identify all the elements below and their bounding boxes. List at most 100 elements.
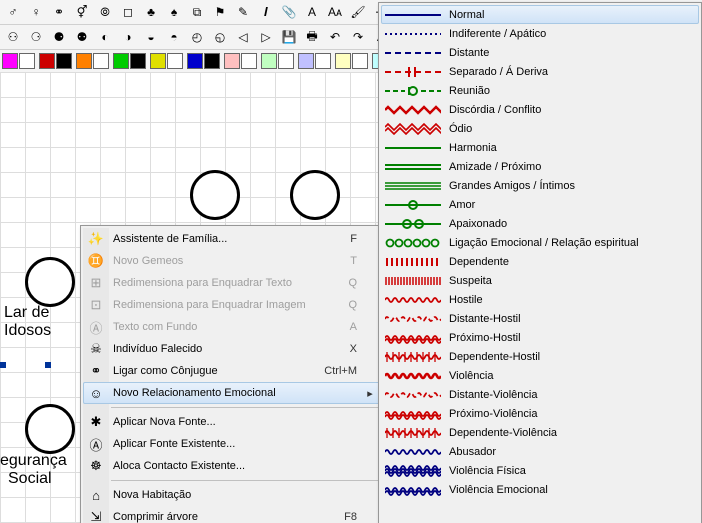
- toolbar-button-link[interactable]: ⦾: [94, 1, 116, 23]
- toolbar-button-couple[interactable]: ⚭: [48, 1, 70, 23]
- toolbar-button-t3[interactable]: ⚈: [48, 26, 70, 48]
- menu-item[interactable]: ⇲Comprimir árvoreF8: [83, 506, 381, 523]
- menu-item[interactable]: ☸Aloca Contacto Existente...: [83, 455, 381, 477]
- color-swatch[interactable]: [150, 53, 166, 69]
- toolbar-button-t4[interactable]: ⚉: [71, 26, 93, 48]
- genogram-node[interactable]: [290, 170, 340, 220]
- color-swatch[interactable]: [261, 53, 277, 69]
- menu-item[interactable]: ⌂Nova Habitação: [83, 484, 381, 506]
- selection-handle[interactable]: [45, 362, 51, 368]
- color-swatch[interactable]: [278, 53, 294, 69]
- relationship-option[interactable]: Grandes Amigos / Íntimos: [381, 176, 699, 195]
- toolbar-button-redo[interactable]: ↷: [347, 26, 369, 48]
- toolbar-button-t8[interactable]: ◓: [163, 26, 185, 48]
- color-swatch[interactable]: [2, 53, 18, 69]
- color-swatch[interactable]: [76, 53, 92, 69]
- relationship-swatch-icon: [385, 388, 441, 402]
- genogram-node[interactable]: [25, 257, 75, 307]
- color-swatch[interactable]: [315, 53, 331, 69]
- toolbar-button-t9[interactable]: ◴: [186, 26, 208, 48]
- color-swatch[interactable]: [352, 53, 368, 69]
- relationship-option[interactable]: Apaixonado: [381, 214, 699, 233]
- color-swatch[interactable]: [335, 53, 351, 69]
- toolbar-button-t6[interactable]: ◑: [117, 26, 139, 48]
- menu-item-shortcut: Ctrl+M: [317, 365, 357, 377]
- color-swatch[interactable]: [167, 53, 183, 69]
- relationship-option[interactable]: Distante-Violência: [381, 385, 699, 404]
- toolbar-button-person[interactable]: ♂: [2, 1, 24, 23]
- relationship-option[interactable]: Normal: [381, 5, 699, 24]
- relationship-option[interactable]: Harmonia: [381, 138, 699, 157]
- toolbar-button-paint[interactable]: ✎: [232, 1, 254, 23]
- color-swatch[interactable]: [19, 53, 35, 69]
- toolbar-button-flag[interactable]: ⚑: [209, 1, 231, 23]
- color-swatch[interactable]: [56, 53, 72, 69]
- toolbar-button-save[interactable]: 💾: [278, 26, 300, 48]
- toolbar-button-person-f[interactable]: ♀: [25, 1, 47, 23]
- relationship-option[interactable]: Suspeita: [381, 271, 699, 290]
- toolbar-button-tree[interactable]: ♣: [140, 1, 162, 23]
- color-swatch[interactable]: [113, 53, 129, 69]
- color-swatch[interactable]: [298, 53, 314, 69]
- genogram-node[interactable]: [25, 404, 75, 454]
- relationship-option[interactable]: Discórdia / Conflito: [381, 100, 699, 119]
- menu-item[interactable]: ⚭Ligar como CônjugueCtrl+M: [83, 360, 381, 382]
- relationship-option[interactable]: Violência: [381, 366, 699, 385]
- relationship-option[interactable]: Amizade / Próximo: [381, 157, 699, 176]
- toolbar-button-overlap[interactable]: ⧉: [186, 1, 208, 23]
- toolbar-button-undo[interactable]: ↶: [324, 26, 346, 48]
- relationship-option[interactable]: Dependente: [381, 252, 699, 271]
- relationship-option[interactable]: Reunião: [381, 81, 699, 100]
- menu-item-shortcut: F: [317, 233, 357, 245]
- toolbar-button-print[interactable]: 🖶: [301, 26, 323, 48]
- relationship-option[interactable]: Violência Emocional: [381, 480, 699, 499]
- menu-item[interactable]: ☺Novo Relacionamento Emocional▸: [83, 382, 381, 404]
- toolbar-button-t7[interactable]: ◒: [140, 26, 162, 48]
- relationship-option[interactable]: Próximo-Hostil: [381, 328, 699, 347]
- relationship-option[interactable]: Amor: [381, 195, 699, 214]
- color-swatch[interactable]: [93, 53, 109, 69]
- relationship-option[interactable]: Separado / Á Deriva: [381, 62, 699, 81]
- toolbar-button-square[interactable]: ◻: [117, 1, 139, 23]
- relationship-option[interactable]: Próximo-Violência: [381, 404, 699, 423]
- toolbar-button-text-a[interactable]: A: [301, 1, 323, 23]
- genogram-node[interactable]: [190, 170, 240, 220]
- relationship-option[interactable]: Abusador: [381, 442, 699, 461]
- menu-item-label: Novo Gemeos: [113, 255, 309, 267]
- toolbar-button-back[interactable]: ◁: [232, 26, 254, 48]
- menu-item[interactable]: ☠Indivíduo FalecidoX: [83, 338, 381, 360]
- toolbar-button-brush[interactable]: 🖌: [347, 1, 369, 23]
- relationship-option-label: Reunião: [449, 85, 490, 97]
- menu-separator: [111, 480, 379, 481]
- menu-item[interactable]: ✱Aplicar Nova Fonte...: [83, 411, 381, 433]
- color-swatch[interactable]: [241, 53, 257, 69]
- menu-item[interactable]: ⒶAplicar Fonte Existente...: [83, 433, 381, 455]
- color-swatch[interactable]: [39, 53, 55, 69]
- relationship-option[interactable]: Hostile: [381, 290, 699, 309]
- relationship-option[interactable]: Distante: [381, 43, 699, 62]
- toolbar-button-fwd[interactable]: ▷: [255, 26, 277, 48]
- relationship-swatch-icon: [385, 350, 441, 364]
- selection-handle[interactable]: [0, 362, 6, 368]
- color-swatch[interactable]: [187, 53, 203, 69]
- relationship-option[interactable]: Dependente-Hostil: [381, 347, 699, 366]
- color-swatch[interactable]: [204, 53, 220, 69]
- relationship-option[interactable]: Violência Física: [381, 461, 699, 480]
- relationship-option[interactable]: Distante-Hostil: [381, 309, 699, 328]
- menu-item[interactable]: ✨Assistente de Família...F: [83, 228, 381, 250]
- toolbar-button-clip[interactable]: 📎: [278, 1, 300, 23]
- color-swatch[interactable]: [224, 53, 240, 69]
- toolbar-button-text-aa[interactable]: Aᴀ: [324, 1, 346, 23]
- relationship-option[interactable]: Ligação Emocional / Relação espiritual: [381, 233, 699, 252]
- color-swatch[interactable]: [130, 53, 146, 69]
- relationship-option[interactable]: Dependente-Violência: [381, 423, 699, 442]
- toolbar-button-t5[interactable]: ◐: [94, 26, 116, 48]
- toolbar-button-child[interactable]: ⚥: [71, 1, 93, 23]
- toolbar-button-t10[interactable]: ◵: [209, 26, 231, 48]
- relationship-option[interactable]: Ódio: [381, 119, 699, 138]
- toolbar-button-t1[interactable]: ⚇: [2, 26, 24, 48]
- toolbar-button-italic[interactable]: 𝑰: [255, 1, 277, 23]
- relationship-option[interactable]: Indiferente / Apático: [381, 24, 699, 43]
- toolbar-button-t2[interactable]: ⚆: [25, 26, 47, 48]
- toolbar-button-tree2[interactable]: ♠: [163, 1, 185, 23]
